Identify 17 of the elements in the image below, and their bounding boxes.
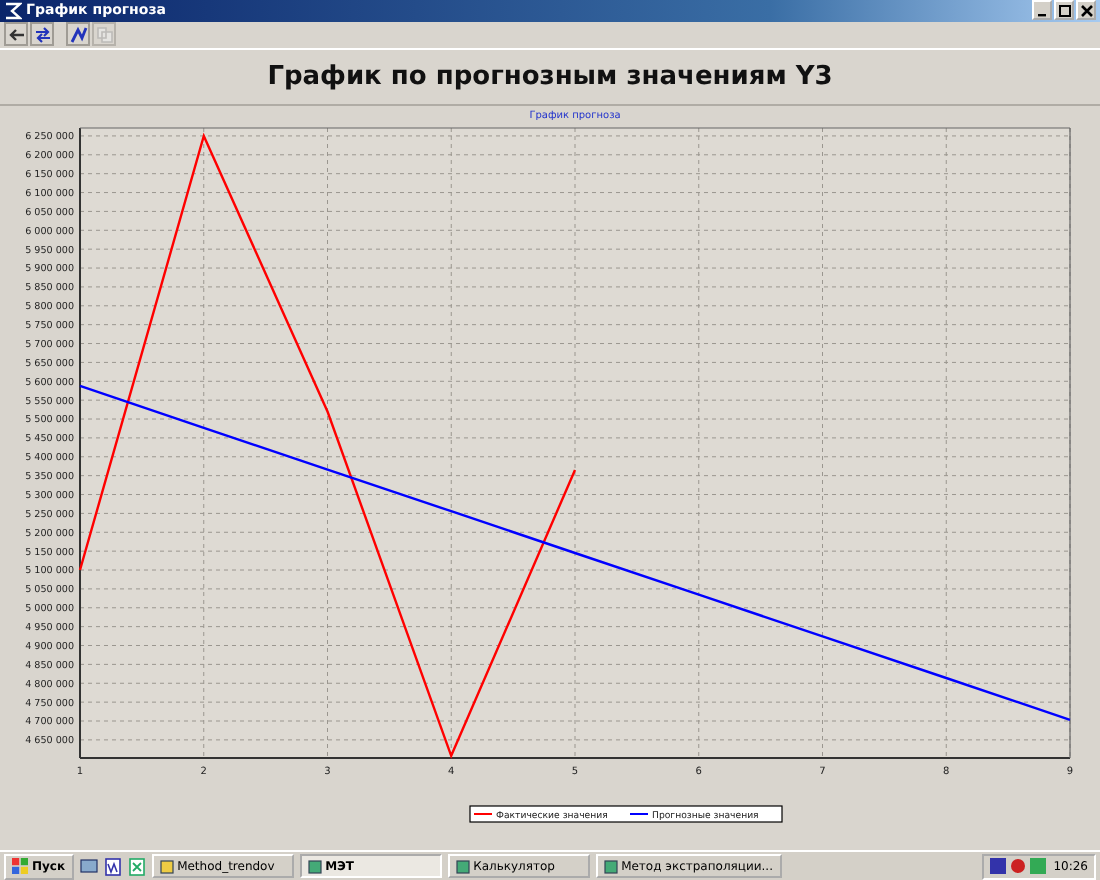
window-icon (603, 859, 618, 874)
toolbar-button[interactable] (66, 22, 90, 47)
close-icon (1079, 3, 1093, 18)
close-button[interactable] (1076, 0, 1096, 21)
toolbar-button[interactable] (4, 22, 28, 47)
document-icon[interactable] (103, 857, 122, 876)
desktop-icon[interactable] (79, 857, 98, 876)
minimize-button[interactable] (1032, 0, 1052, 21)
window-icon (307, 859, 322, 874)
chart-heading: График по прогнозным значениям Y3 (267, 62, 833, 93)
windows-logo-icon (12, 858, 28, 875)
toolbar-button[interactable] (30, 22, 54, 47)
window-icon (455, 859, 470, 874)
app-icon (4, 1, 22, 20)
window-icon (159, 859, 174, 874)
maximize-button[interactable] (1054, 0, 1074, 21)
maximize-icon (1057, 3, 1071, 18)
